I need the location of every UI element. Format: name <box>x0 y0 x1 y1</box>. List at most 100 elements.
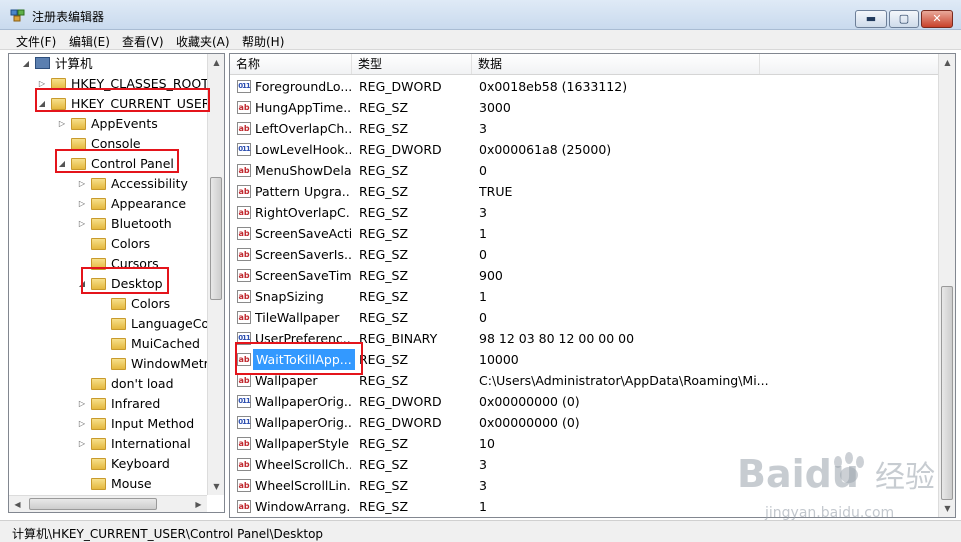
table-row[interactable]: ab WaitToKillApp... REG_SZ 10000 <box>230 349 938 370</box>
value-name[interactable]: SnapSizing <box>255 286 351 307</box>
table-row[interactable]: ab LeftOverlapCh... REG_SZ 3 <box>230 118 938 139</box>
value-name[interactable]: WindowArrang... <box>255 496 351 517</box>
column-header-name[interactable]: 名称 <box>230 54 352 74</box>
tree-hscroll-thumb[interactable] <box>29 498 157 510</box>
values-list[interactable]: 名称 类型 数据 011 ForegroundLo... REG_DWORD 0x00… <box>229 53 956 518</box>
expand-arrow-icon[interactable]: ▷ <box>57 114 67 134</box>
scroll-down-arrow-icon[interactable]: ▼ <box>208 478 224 495</box>
tree-item[interactable]: Colors <box>9 234 207 254</box>
tree-horizontal-scrollbar[interactable]: ◀ ▶ <box>9 495 207 512</box>
collapse-arrow-icon[interactable]: ◢ <box>57 154 67 174</box>
value-name[interactable]: WaitToKillApp... <box>253 349 355 370</box>
table-row[interactable]: ab RightOverlapC... REG_SZ 3 <box>230 202 938 223</box>
value-name[interactable]: LowLevelHook... <box>255 139 351 160</box>
tree-item[interactable]: Console <box>9 134 207 154</box>
tree-item[interactable]: ▷ Bluetooth <box>9 214 207 234</box>
tree-item[interactable]: ▷ International <box>9 434 207 454</box>
table-row[interactable]: ab ScreenSaveActi... REG_SZ 1 <box>230 223 938 244</box>
tree-item[interactable]: Colors <box>9 294 207 314</box>
values-scroll-thumb[interactable] <box>941 286 953 500</box>
table-row[interactable]: 011 LowLevelHook... REG_DWORD 0x000061a8 (2… <box>230 139 938 160</box>
menu-favorites[interactable]: 收藏夹(A) <box>176 33 230 50</box>
tree-item[interactable]: WindowMetrics <box>9 354 224 374</box>
table-row[interactable]: 011 UserPreferenc... REG_BINARY 98 12 03 80… <box>230 328 938 349</box>
table-row[interactable]: ab WindowArrang... REG_SZ 1 <box>230 496 938 517</box>
collapse-arrow-icon[interactable]: ◢ <box>77 274 87 294</box>
tree-item[interactable]: ◢ Desktop <box>9 274 207 294</box>
scroll-right-arrow-icon[interactable]: ▶ <box>190 496 207 512</box>
value-name[interactable]: MenuShowDelay <box>255 160 351 181</box>
menu-file[interactable]: 文件(F) <box>16 33 56 50</box>
menu-help[interactable]: 帮助(H) <box>242 33 284 50</box>
menu-edit[interactable]: 编辑(E) <box>69 33 110 50</box>
tree-item[interactable]: ▷ Accessibility <box>9 174 207 194</box>
expand-arrow-icon[interactable]: ▷ <box>77 214 87 234</box>
table-row[interactable]: ab WheelScrollLin... REG_SZ 3 <box>230 475 938 496</box>
value-name[interactable]: WheelScrollCh... <box>255 454 351 475</box>
values-vertical-scrollbar[interactable]: ▲ ▼ <box>938 54 955 517</box>
tree-item[interactable]: ▷ HKEY_CLASSES_ROOT <box>9 74 209 94</box>
expand-arrow-icon[interactable]: ▷ <box>77 174 87 194</box>
value-name[interactable]: TileWallpaper <box>255 307 351 328</box>
tree-vertical-scrollbar[interactable]: ▲ ▼ <box>207 54 224 495</box>
table-row[interactable]: ab TileWallpaper REG_SZ 0 <box>230 307 938 328</box>
column-header-type[interactable]: 类型 <box>352 54 472 74</box>
table-row[interactable]: 011 ForegroundLo... REG_DWORD 0x0018eb58 (1… <box>230 76 938 97</box>
table-row[interactable]: 011 WallpaperOrig... REG_DWORD 0x00000000 (… <box>230 412 938 433</box>
scroll-left-arrow-icon[interactable]: ◀ <box>9 496 26 512</box>
table-row[interactable]: ab MenuShowDelay REG_SZ 0 <box>230 160 938 181</box>
collapse-arrow-icon[interactable]: ◢ <box>37 94 47 114</box>
expand-arrow-icon[interactable]: ▷ <box>77 414 87 434</box>
minimize-button[interactable]: ▬ <box>855 10 887 28</box>
table-row[interactable]: ab ScreenSaverIs... REG_SZ 0 <box>230 244 938 265</box>
table-row[interactable]: ab WheelScrollCh... REG_SZ 3 <box>230 454 938 475</box>
scroll-up-arrow-icon[interactable]: ▲ <box>939 54 955 71</box>
tree-item[interactable]: ▷ Appearance <box>9 194 207 214</box>
table-row[interactable]: ab SnapSizing REG_SZ 1 <box>230 286 938 307</box>
expand-arrow-icon[interactable]: ▷ <box>77 434 87 454</box>
expand-arrow-icon[interactable]: ▷ <box>77 394 87 414</box>
value-name[interactable]: WallpaperStyle <box>255 433 351 454</box>
expand-arrow-icon[interactable]: ▷ <box>37 74 47 94</box>
table-row[interactable]: ab ScreenSaveTim... REG_SZ 900 <box>230 265 938 286</box>
table-row[interactable]: ab HungAppTime... REG_SZ 3000 <box>230 97 938 118</box>
value-name[interactable]: ScreenSaverIs... <box>255 244 351 265</box>
column-header-data[interactable]: 数据 <box>472 54 760 74</box>
value-name[interactable]: ScreenSaveTim... <box>255 265 351 286</box>
tree-item-computer[interactable]: ◢ 计算机 <box>9 54 207 74</box>
tree-scroll-thumb[interactable] <box>210 177 222 300</box>
table-row[interactable]: 011 WallpaperOrig... REG_DWORD 0x00000000 (… <box>230 391 938 412</box>
value-name[interactable]: WheelScrollLin... <box>255 475 351 496</box>
tree-item[interactable]: ▷ Infrared <box>9 394 207 414</box>
tree-item[interactable]: Mouse <box>9 474 207 494</box>
value-name[interactable]: Wallpaper <box>255 370 351 391</box>
tree-item[interactable]: ▷ Input Method <box>9 414 207 434</box>
value-name[interactable]: LeftOverlapCh... <box>255 118 351 139</box>
menu-view[interactable]: 查看(V) <box>122 33 164 50</box>
tree-item[interactable]: Keyboard <box>9 454 207 474</box>
expand-arrow-icon[interactable]: ▷ <box>77 194 87 214</box>
tree-item[interactable]: LanguageConfiguration <box>9 314 224 334</box>
maximize-button[interactable]: ▢ <box>889 10 919 28</box>
scroll-down-arrow-icon[interactable]: ▼ <box>939 500 955 517</box>
table-row[interactable]: ab Wallpaper REG_SZ C:\Users\Administrator\… <box>230 370 938 391</box>
tree-item[interactable]: Cursors <box>9 254 207 274</box>
value-name[interactable]: WallpaperOrig... <box>255 391 351 412</box>
tree-item[interactable]: don't load <box>9 374 207 394</box>
collapse-arrow-icon[interactable]: ◢ <box>21 54 31 74</box>
registry-tree[interactable]: ◢ 计算机 ▷ HKEY_CLASSES_ROOT ◢ HKEY_CURRENT_US… <box>8 53 225 513</box>
tree-item[interactable]: ◢ Control Panel <box>9 154 207 174</box>
value-name[interactable]: RightOverlapC... <box>255 202 351 223</box>
table-row[interactable]: ab Pattern Upgra... REG_SZ TRUE <box>230 181 938 202</box>
close-button[interactable]: ✕ <box>921 10 953 28</box>
tree-item[interactable]: MuiCached <box>9 334 207 354</box>
tree-item[interactable]: ◢ HKEY_CURRENT_USER <box>9 94 211 114</box>
value-name[interactable]: HungAppTime... <box>255 97 351 118</box>
tree-item[interactable]: ▷ AppEvents <box>9 114 207 134</box>
value-name[interactable]: Pattern Upgra... <box>255 181 351 202</box>
scroll-up-arrow-icon[interactable]: ▲ <box>208 54 224 71</box>
value-name[interactable]: UserPreferenc... <box>255 328 351 349</box>
value-name[interactable]: ScreenSaveActi... <box>255 223 351 244</box>
value-name[interactable]: WallpaperOrig... <box>255 412 351 433</box>
table-row[interactable]: ab WallpaperStyle REG_SZ 10 <box>230 433 938 454</box>
